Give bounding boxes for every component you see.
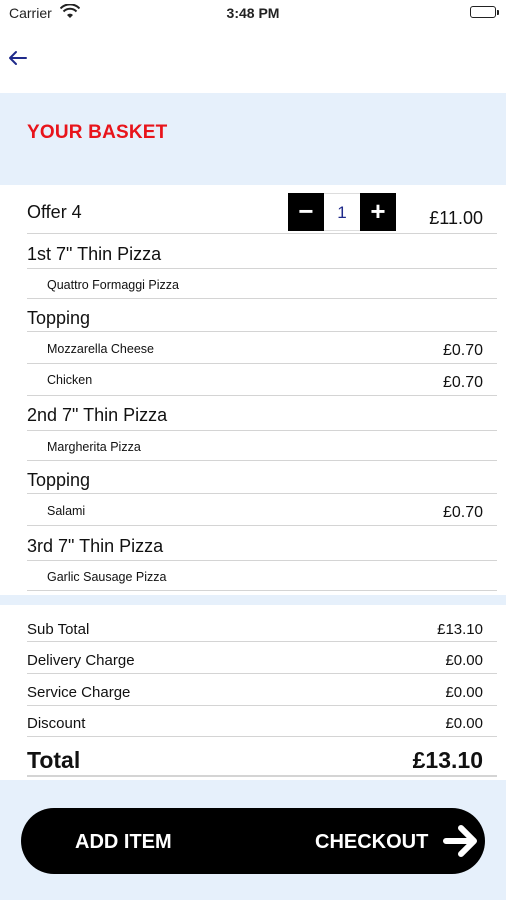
offer-price: £11.00 [429,208,483,228]
list-item: Margherita Pizza [27,431,497,461]
offer-name: Offer 4 [27,202,82,222]
decrease-quantity-button[interactable]: − [288,193,324,231]
checkout-button[interactable]: CHECKOUT [315,831,428,854]
item-price: £0.70 [442,342,483,359]
item-label: Mozzarella Cheese [47,342,154,356]
quantity-stepper: − 1 + [288,193,396,231]
total-value: £13.10 [412,747,483,773]
back-arrow-icon[interactable] [4,44,32,72]
item-label: 3rd 7" Thin Pizza [27,536,164,556]
list-item: Topping [27,299,497,332]
discount-row: Discount £0.00 [27,706,497,737]
page-title: YOUR BASKET [27,122,168,143]
increase-quantity-button[interactable]: + [360,193,396,231]
item-price: £0.70 [442,374,483,391]
item-label: Quattro Formaggi Pizza [47,278,179,292]
subtotal-row: Sub Total £13.10 [27,612,497,642]
status-bar: Carrier 3:48 PM [0,0,506,28]
subtotal-value: £13.10 [437,621,483,638]
subtotal-label: Sub Total [27,621,90,638]
list-item: Quattro Formaggi Pizza [27,269,497,299]
delivery-charge-label: Delivery Charge [27,652,135,669]
total-row: Total £13.10 [27,737,497,777]
item-price: £0.70 [442,504,483,521]
item-label: Topping [27,308,91,328]
service-charge-value: £0.00 [445,684,483,701]
item-label: Salami [47,504,86,518]
list-item: Mozzarella Cheese £0.70 [27,332,497,364]
list-item: 2nd 7" Thin Pizza [27,396,497,431]
discount-label: Discount [27,715,86,732]
arrow-right-icon[interactable] [441,822,481,860]
item-label: Topping [27,470,91,490]
clock-time: 3:48 PM [226,5,280,21]
total-label: Total [27,747,81,773]
list-item: Topping [27,461,497,494]
list-item: 1st 7" Thin Pizza [27,234,497,269]
item-label: Chicken [47,373,93,387]
item-label: 1st 7" Thin Pizza [27,244,162,264]
list-item: Salami £0.70 [27,494,497,526]
basket-header: YOUR BASKET [0,93,506,185]
battery-icon [470,6,499,18]
item-label: Margherita Pizza [47,440,141,454]
item-label: Garlic Sausage Pizza [47,570,167,584]
service-charge-label: Service Charge [27,684,131,701]
discount-value: £0.00 [445,715,483,732]
service-charge-row: Service Charge £0.00 [27,674,497,706]
list-item: 3rd 7" Thin Pizza [27,526,497,561]
item-label: 2nd 7" Thin Pizza [27,405,168,425]
delivery-charge-value: £0.00 [445,652,483,669]
add-item-button[interactable]: ADD ITEM [75,831,172,854]
delivery-charge-row: Delivery Charge £0.00 [27,642,497,674]
offer-row: Offer 4 £11.00 [27,197,497,234]
list-item: Chicken £0.70 [27,364,497,396]
action-bar: ADD ITEM CHECKOUT [21,808,485,874]
quantity-value: 1 [324,193,360,231]
section-divider [0,595,506,605]
list-item: Garlic Sausage Pizza [27,561,497,591]
